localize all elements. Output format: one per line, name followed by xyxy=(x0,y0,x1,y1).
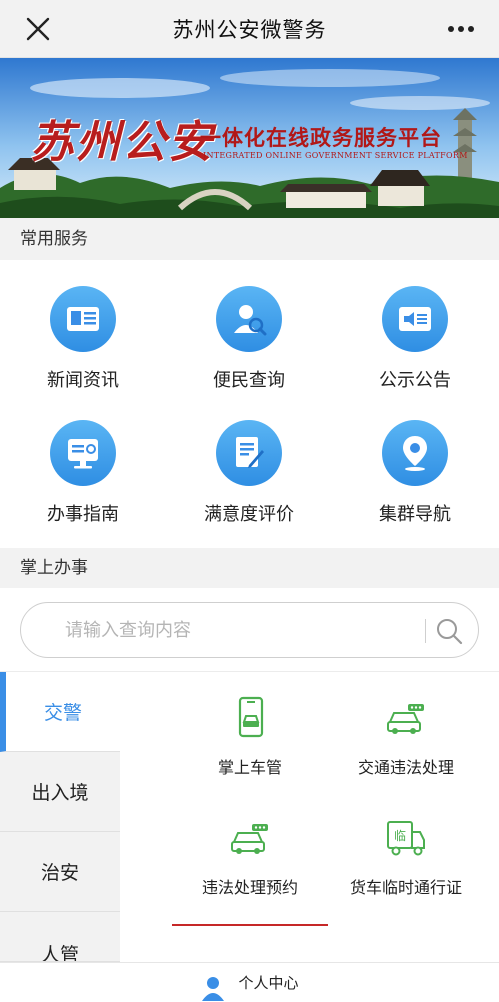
close-icon[interactable] xyxy=(24,15,52,43)
category-public-security[interactable]: 治安 xyxy=(0,832,120,912)
function-label: 掌上车管 xyxy=(217,758,282,777)
category-exit-entry[interactable]: 出入境 xyxy=(0,752,120,832)
service-evaluation[interactable]: 满意度评价 xyxy=(166,420,332,526)
page-title: 苏州公安微警务 xyxy=(172,17,327,42)
service-announcement[interactable]: 公示公告 xyxy=(332,286,498,392)
banner-slogan: 一体化在线政务服务平台 xyxy=(200,125,442,150)
service-label: 办事指南 xyxy=(47,504,119,525)
mobile-affairs-header: 掌上办事 xyxy=(0,548,499,588)
function-traffic-violation[interactable]: 交通违法处理 xyxy=(328,696,484,780)
function-violation-appointment[interactable]: 违法处理预约 xyxy=(172,816,328,926)
bottom-nav-label: 个人中心 xyxy=(238,974,299,992)
service-query[interactable]: 便民查询 xyxy=(166,286,332,392)
bottom-nav-personal-center[interactable]: 个人中心 xyxy=(0,962,499,1002)
common-services-grid: 新闻资讯 便民查询 公示公告 办事指南 满意度评价 集群导航 xyxy=(0,260,499,548)
car-violation-icon xyxy=(387,704,424,734)
search-input[interactable] xyxy=(65,619,415,641)
svg-text:临: 临 xyxy=(394,829,406,843)
news-icon xyxy=(50,286,116,352)
service-label: 集群导航 xyxy=(379,504,451,525)
function-label: 违法处理预约 xyxy=(201,878,298,897)
more-icon[interactable] xyxy=(445,17,477,41)
user-search-icon xyxy=(216,286,282,352)
search-area xyxy=(0,588,499,672)
function-truck-pass[interactable]: 临 货车临时通行证 xyxy=(328,816,484,900)
service-label: 公示公告 xyxy=(379,370,451,391)
evaluation-icon xyxy=(216,420,282,486)
search-divider xyxy=(425,619,426,643)
banner-brand: 苏州公安 xyxy=(30,117,214,168)
function-label: 货车临时通行证 xyxy=(349,878,462,897)
banner: 苏州公安 一体化在线政务服务平台 INTEGRATED ONLINE GOVER… xyxy=(0,58,499,218)
service-guide[interactable]: 办事指南 xyxy=(0,420,166,526)
location-icon xyxy=(382,420,448,486)
truck-pass-icon: 临 xyxy=(387,821,425,856)
mobile-car-icon xyxy=(238,696,264,738)
function-label: 交通违法处理 xyxy=(357,758,454,777)
service-news[interactable]: 新闻资讯 xyxy=(0,286,166,392)
title-bar: 苏州公安微警务 xyxy=(0,0,499,58)
search-icon[interactable] xyxy=(435,617,463,645)
search-box xyxy=(20,602,479,658)
banner-slogan-en: INTEGRATED ONLINE GOVERNMENT SERVICE PLA… xyxy=(203,151,468,160)
guide-icon xyxy=(50,420,116,486)
announcement-icon xyxy=(382,286,448,352)
service-label: 满意度评价 xyxy=(204,504,294,525)
service-label: 新闻资讯 xyxy=(47,370,119,391)
user-icon xyxy=(202,976,225,1001)
common-services-header: 常用服务 xyxy=(0,218,499,260)
selected-underline xyxy=(172,924,328,926)
function-mobile-vehicle[interactable]: 掌上车管 xyxy=(172,696,328,780)
car-appointment-icon xyxy=(231,824,268,854)
service-navigation[interactable]: 集群导航 xyxy=(332,420,498,526)
category-population[interactable]: 人管 xyxy=(0,912,120,962)
category-traffic[interactable]: 交警 xyxy=(0,672,120,752)
service-label: 便民查询 xyxy=(213,370,285,391)
